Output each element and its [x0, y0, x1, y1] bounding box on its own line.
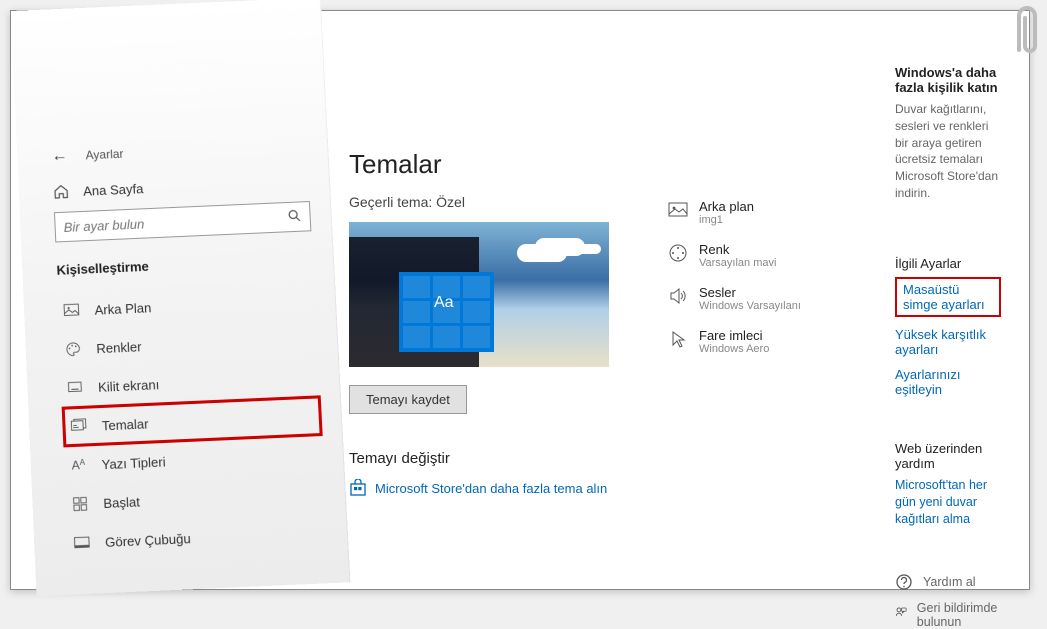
prop-value: img1 — [699, 214, 754, 226]
save-theme-button[interactable]: Temayı kaydet — [349, 385, 467, 414]
back-row[interactable]: ← Ayarlar — [51, 137, 307, 166]
footer-links: Yardım al Geri bildirimde bulunun — [895, 573, 1001, 629]
main-content: Temalar Geçerli tema: Özel Aa Temayı kay… — [321, 11, 1029, 589]
prop-cursor[interactable]: Fare imleci Windows Aero — [667, 328, 867, 355]
get-help-label: Yardım al — [923, 575, 976, 589]
settings-window: ← Ayarlar Ana Sayfa Kişiselleştirme Arka… — [10, 10, 1030, 590]
prop-color[interactable]: Renk Varsayılan mavi — [667, 242, 867, 269]
current-theme-prefix: Geçerli tema: — [349, 194, 432, 210]
feedback-label: Geri bildirimde bulunun — [917, 601, 1001, 629]
theme-preview[interactable]: Aa — [349, 222, 609, 367]
prop-label: Renk — [699, 242, 776, 257]
theme-properties: Arka plan img1 Renk Varsayılan mavi Sesl… — [667, 199, 867, 589]
paperclip-decoration — [1011, 2, 1039, 62]
get-help-row[interactable]: Yardım al — [895, 573, 1001, 591]
prop-value: Windows Aero — [699, 343, 769, 355]
color-icon — [667, 242, 689, 264]
link-high-contrast[interactable]: Yüksek karşıtlık ayarları — [895, 327, 1001, 357]
prop-sounds[interactable]: Sesler Windows Varsayılanı — [667, 285, 867, 312]
background-icon — [667, 199, 689, 221]
palette-icon — [64, 341, 83, 358]
current-theme: Geçerli tema: Özel — [349, 194, 639, 210]
search-box[interactable] — [54, 201, 311, 242]
taskbar-icon — [72, 534, 91, 551]
cloud-decoration — [535, 238, 585, 256]
sidebar-item-label: Yazı Tipleri — [101, 454, 166, 472]
promo-title: Windows'a daha fazla kişilik katın — [895, 65, 1001, 95]
feedback-icon — [895, 606, 907, 624]
sidebar-item-label: Temalar — [102, 416, 149, 433]
start-icon — [71, 495, 90, 512]
sound-icon — [667, 285, 689, 307]
preview-aa-text: Aa — [434, 294, 454, 312]
web-help-title: Web üzerinden yardım — [895, 441, 1001, 471]
fonts-icon: AA — [69, 458, 88, 473]
lockscreen-icon — [65, 379, 84, 396]
link-sync-settings[interactable]: Ayarlarınızı eşitleyin — [895, 367, 1001, 397]
prop-label: Sesler — [699, 285, 801, 300]
link-daily-wallpaper[interactable]: Microsoft'tan her gün yeni duvar kağıtla… — [895, 477, 1001, 528]
sidebar-item-label: Görev Çubuğu — [105, 530, 191, 549]
page-title: Temalar — [349, 149, 639, 180]
theme-column: Temalar Geçerli tema: Özel Aa Temayı kay… — [349, 39, 639, 589]
search-icon — [287, 208, 302, 226]
prop-label: Arka plan — [699, 199, 754, 214]
home-label: Ana Sayfa — [83, 181, 144, 199]
image-icon — [62, 302, 81, 319]
link-desktop-icon-settings[interactable]: Masaüstü simge ayarları — [895, 277, 1001, 317]
store-link[interactable]: Microsoft Store'dan daha fazla tema alın — [349, 479, 639, 497]
store-icon — [349, 479, 367, 497]
search-input[interactable] — [63, 210, 288, 235]
back-arrow-icon: ← — [51, 147, 68, 166]
help-icon — [895, 573, 913, 591]
prop-label: Fare imleci — [699, 328, 769, 343]
store-link-text: Microsoft Store'dan daha fazla tema alın — [375, 481, 607, 496]
cursor-icon — [667, 328, 689, 350]
sidebar-section-title: Kişiselleştirme — [56, 251, 313, 277]
sidebar: ← Ayarlar Ana Sayfa Kişiselleştirme Arka… — [11, 0, 350, 596]
promo-text: Duvar kağıtlarını, sesleri ve renkleri b… — [895, 101, 1001, 202]
prop-value: Windows Varsayılanı — [699, 300, 801, 312]
sidebar-item-label: Başlat — [103, 494, 140, 511]
prop-background[interactable]: Arka plan img1 — [667, 199, 867, 226]
sidebar-item-label: Arka Plan — [94, 300, 151, 318]
sidebar-item-label: Renkler — [96, 339, 142, 356]
prop-value: Varsayılan mavi — [699, 257, 776, 269]
sidebar-item-label: Kilit ekranı — [98, 376, 160, 394]
right-column: Windows'a daha fazla kişilik katın Duvar… — [895, 39, 1001, 589]
back-label: Ayarlar — [85, 147, 124, 163]
feedback-row[interactable]: Geri bildirimde bulunun — [895, 601, 1001, 629]
change-theme-title: Temayı değiştir — [349, 450, 639, 467]
current-theme-value: Özel — [436, 194, 465, 210]
preview-start-tiles — [399, 272, 494, 352]
related-settings-title: İlgili Ayarlar — [895, 256, 1001, 271]
home-row[interactable]: Ana Sayfa — [53, 173, 310, 200]
themes-icon — [69, 418, 88, 435]
home-icon — [53, 183, 70, 200]
